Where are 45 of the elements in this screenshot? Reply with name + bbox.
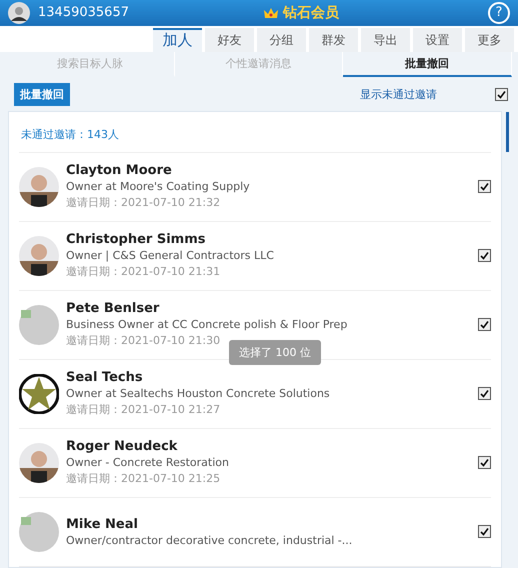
contact-name: Pete Benlser bbox=[66, 301, 160, 316]
star-avatar-icon bbox=[19, 374, 59, 414]
broken-image-avatar-icon bbox=[19, 512, 59, 552]
checkbox[interactable] bbox=[478, 387, 491, 400]
contact-name: Clayton Moore bbox=[66, 163, 173, 178]
invite-date: 邀请日期：2021-07-10 21:31 bbox=[66, 264, 222, 280]
sub-tab[interactable]: 批量撤回 bbox=[343, 52, 512, 78]
contact-name: Seal Techs bbox=[66, 370, 144, 386]
help-button[interactable]: ? bbox=[488, 2, 510, 24]
invite-date: 邀请日期：2021-07-10 21:30 bbox=[66, 333, 222, 348]
checkbox[interactable] bbox=[478, 249, 491, 262]
tab[interactable]: 分组 bbox=[257, 28, 306, 52]
batch-withdraw-button[interactable]: 批量撤回 bbox=[14, 82, 70, 106]
checkbox[interactable] bbox=[478, 456, 491, 470]
contact-title: Owner at Sealtechs Houston Concrete Solutions bbox=[66, 387, 331, 400]
scrollbar-thumb[interactable] bbox=[506, 112, 509, 152]
show-pending-label: 显示未通过邀请 bbox=[360, 86, 437, 102]
contact-name: Roger Neudeck bbox=[66, 439, 178, 454]
contact-title: Owner | C&S General Contractors LLC bbox=[66, 249, 275, 262]
checkbox[interactable] bbox=[495, 88, 508, 101]
contact-title: Owner/contractor decorative concrete, industrial -... bbox=[66, 534, 354, 547]
tab[interactable]: 群发 bbox=[309, 28, 358, 52]
tab[interactable]: 设置 bbox=[413, 28, 462, 52]
contact-name: Christopher Simms bbox=[66, 232, 207, 248]
invite-date: 邀请日期：2021-07-10 21:27 bbox=[66, 402, 222, 418]
invite-date: 邀请日期：2021-07-10 21:32 bbox=[66, 195, 222, 210]
membership-title: 钻石会员 bbox=[283, 4, 339, 22]
avatar-icon[interactable] bbox=[8, 2, 30, 24]
tab[interactable]: 好友 bbox=[205, 28, 254, 52]
crown-icon bbox=[263, 6, 279, 19]
checkbox[interactable] bbox=[478, 318, 491, 332]
invite-date: 邀请日期：2021-07-10 21:25 bbox=[66, 471, 222, 486]
tab[interactable]: 加人 bbox=[153, 28, 202, 52]
contact-title: Owner - Concrete Restoration bbox=[66, 456, 230, 470]
phone-number: 13459035657 bbox=[38, 5, 130, 20]
contact-title: Business Owner at CC Concrete polish & Floor Prep bbox=[66, 318, 348, 332]
contact-name: Mike Neal bbox=[66, 516, 139, 532]
contact-title: Owner at Moore's Coating Supply bbox=[66, 180, 251, 194]
pending-count: 未通过邀请：143人 bbox=[19, 112, 491, 153]
tab[interactable]: 导出 bbox=[361, 28, 410, 52]
checkbox[interactable] bbox=[478, 525, 491, 538]
checkbox[interactable] bbox=[478, 180, 491, 194]
tab[interactable]: 更多 bbox=[465, 28, 514, 52]
broken-image-avatar-icon bbox=[19, 304, 59, 345]
toast-message: 选择了 100 位 bbox=[229, 340, 321, 365]
